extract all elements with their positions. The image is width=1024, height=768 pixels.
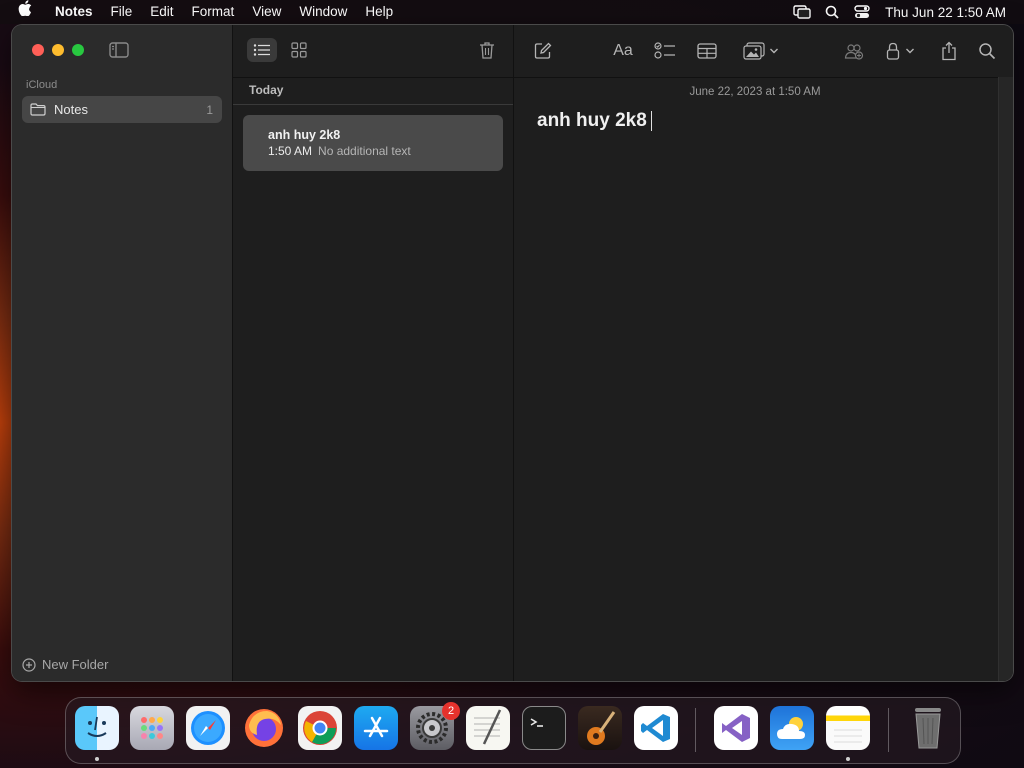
apple-menu-icon[interactable] (0, 0, 46, 24)
gallery-view-button[interactable] (285, 38, 313, 62)
note-item-meta: 1:50 AM No additional text (268, 144, 411, 158)
date-group-header: Today (249, 83, 284, 97)
note-body-text: anh huy 2k8 (537, 110, 647, 131)
dock-separator (888, 708, 889, 752)
note-body-editor[interactable]: anh huy 2k8 (537, 110, 653, 132)
notes-window: iCloud Notes 1 New Folder Today anh huy … (12, 25, 1013, 681)
running-indicator (95, 757, 99, 761)
media-menu-button[interactable] (740, 39, 782, 63)
minimize-window-button[interactable] (52, 44, 64, 56)
collaborate-icon[interactable] (842, 39, 866, 63)
vscode-icon[interactable] (634, 706, 678, 750)
list-view-icon (253, 44, 270, 56)
menu-view[interactable]: View (243, 0, 290, 24)
zoom-window-button[interactable] (72, 44, 84, 56)
screen-mirroring-icon[interactable] (787, 0, 817, 24)
note-item-time: 1:50 AM (268, 144, 313, 158)
chevron-down-icon (905, 48, 914, 54)
finder-icon[interactable] (75, 706, 119, 750)
icloud-section-header: iCloud (26, 79, 58, 91)
new-folder-button[interactable]: New Folder (22, 657, 108, 672)
menu-edit[interactable]: Edit (141, 0, 182, 24)
note-editor: Aa June 22, 2023 at 1:50 AM anh huy 2k8 (514, 25, 1013, 681)
new-folder-label: New Folder (42, 657, 109, 672)
editor-scrollbar[interactable] (998, 77, 1013, 681)
lock-menu-button[interactable] (882, 39, 918, 63)
sidebar-item-notes[interactable]: Notes 1 (22, 96, 222, 123)
note-list-toolbar (233, 25, 513, 78)
running-indicator (846, 757, 850, 761)
terminal-icon[interactable] (522, 706, 566, 750)
gallery-view-icon (291, 42, 307, 58)
spotlight-search-icon[interactable] (817, 0, 847, 24)
note-list-item[interactable]: anh huy 2k8 1:50 AM No additional text (243, 115, 503, 171)
share-icon[interactable] (938, 39, 960, 63)
close-window-button[interactable] (32, 44, 44, 56)
checklist-icon[interactable] (652, 39, 678, 63)
textedit-icon[interactable] (466, 706, 510, 750)
folders-sidebar: iCloud Notes 1 New Folder (12, 25, 233, 681)
app-store-icon[interactable] (354, 706, 398, 750)
safari-icon[interactable] (186, 706, 230, 750)
photo-icon (743, 42, 765, 60)
notification-badge: 2 (442, 702, 460, 720)
note-item-title: anh huy 2k8 (268, 128, 341, 142)
visual-studio-icon[interactable] (714, 706, 758, 750)
format-text-button[interactable]: Aa (610, 39, 636, 63)
note-list-pane: Today anh huy 2k8 1:50 AM No additional t… (233, 25, 514, 681)
folder-note-count: 1 (206, 102, 213, 117)
trash-icon (480, 42, 494, 59)
menu-bar: Notes File Edit Format View Window Help … (0, 0, 1024, 24)
note-item-preview: No additional text (318, 144, 411, 158)
delete-note-button[interactable] (475, 38, 499, 62)
menu-clock[interactable]: Thu Jun 22 1:50 AM (877, 5, 1024, 20)
control-center-icon[interactable] (847, 0, 877, 24)
folder-icon (30, 103, 48, 117)
sidebar-toggle-icon[interactable] (108, 40, 130, 60)
note-date: June 22, 2023 at 1:50 AM (689, 86, 821, 98)
chrome-icon[interactable] (298, 706, 342, 750)
chevron-down-icon (770, 48, 778, 54)
format-text-label: Aa (613, 42, 633, 59)
dock: 2 (65, 697, 961, 764)
list-view-button[interactable] (247, 38, 277, 62)
system-settings-icon[interactable]: 2 (410, 702, 460, 750)
weather-icon[interactable] (770, 706, 814, 750)
divider (233, 104, 513, 105)
notes-icon[interactable] (826, 706, 870, 750)
trash-icon[interactable] (906, 706, 950, 750)
search-icon[interactable] (976, 39, 998, 63)
dock-separator (695, 708, 696, 752)
add-circle-icon (22, 657, 36, 672)
folder-label: Notes (54, 102, 88, 117)
menu-file[interactable]: File (102, 0, 142, 24)
firefox-icon[interactable] (242, 706, 286, 750)
editor-toolbar: Aa (514, 25, 1013, 78)
menu-app-name[interactable]: Notes (46, 0, 102, 24)
lock-icon (886, 42, 899, 60)
menu-help[interactable]: Help (356, 0, 402, 24)
text-caret (650, 110, 653, 131)
garageband-icon[interactable] (578, 706, 622, 750)
menu-format[interactable]: Format (183, 0, 244, 24)
compose-note-icon[interactable] (532, 39, 554, 63)
menu-window[interactable]: Window (290, 0, 356, 24)
table-icon[interactable] (694, 39, 720, 63)
launchpad-icon[interactable] (130, 706, 174, 750)
